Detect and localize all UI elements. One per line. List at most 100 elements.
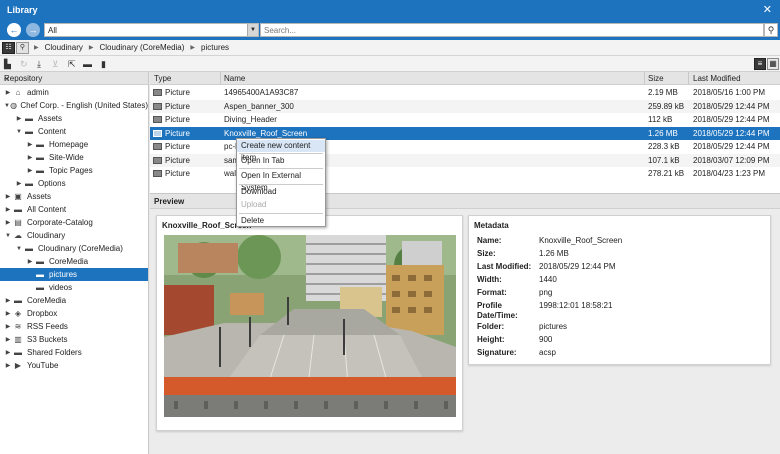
forward-icon[interactable]: →: [26, 23, 40, 37]
bulk-edit-icon[interactable]: ▬: [83, 59, 92, 69]
rss-icon: ≋: [14, 322, 22, 331]
tree-view-icon[interactable]: ☷: [2, 42, 15, 54]
search-icon[interactable]: ⚲: [764, 23, 778, 37]
metadata-label: Height:: [477, 335, 505, 344]
chevron-right-icon[interactable]: ▶: [4, 362, 12, 369]
search-scope-value: All: [48, 26, 57, 35]
back-icon[interactable]: ←: [7, 23, 21, 37]
search-mode-icon[interactable]: ⚲: [16, 42, 29, 54]
chevron-right-icon[interactable]: ▶: [15, 180, 23, 187]
tree-item[interactable]: ▶ ▬ CoreMedia: [0, 255, 148, 268]
tree-item-label: Cloudinary (CoreMedia): [38, 244, 123, 253]
tree-item[interactable]: ▶ ◈ Dropbox: [0, 307, 148, 320]
menu-item-open-in-tab[interactable]: Open In Tab: [237, 155, 325, 167]
chevron-right-icon[interactable]: ▶: [26, 141, 34, 148]
chevron-right-icon[interactable]: ▶: [4, 336, 12, 343]
list-view-icon[interactable]: ≡: [754, 58, 766, 70]
menu-item-open-in-external-system[interactable]: Open In External System: [237, 170, 325, 192]
column-header-name[interactable]: Name: [224, 74, 245, 83]
refresh-icon[interactable]: ↻: [20, 59, 28, 69]
menu-item-create-new-content-item[interactable]: Create new content item: [237, 140, 325, 162]
open-external-icon[interactable]: ⇱: [68, 59, 76, 69]
close-icon[interactable]: ✕: [763, 3, 772, 16]
tree-item-label: Shared Folders: [27, 348, 82, 357]
cell-name: Aspen_banner_300: [224, 101, 294, 111]
picture-icon: [153, 170, 162, 177]
tree-item-label: CoreMedia: [27, 296, 67, 305]
table-row[interactable]: Picture 14965400A1A93C87 2.19 MB 2018/05/16…: [150, 86, 780, 99]
table-row[interactable]: Picture Aspen_banner_300 259.89 kB 2018/05/…: [150, 99, 780, 113]
metadata-card: Metadata Name: Knoxville_Roof_Screen Size:…: [468, 215, 771, 365]
column-header-size[interactable]: Size: [648, 74, 664, 83]
chevron-right-icon[interactable]: ▶: [15, 115, 23, 122]
column-header-last-modified[interactable]: Last Modified: [693, 74, 741, 83]
tree-item[interactable]: ▶ ▬ Assets: [0, 112, 148, 125]
tree-item[interactable]: ▶ ▬ All Content: [0, 203, 148, 216]
chevron-down-icon[interactable]: ▼: [4, 233, 12, 239]
chevron-right-icon[interactable]: ▶: [26, 154, 34, 161]
breadcrumb-item[interactable]: Cloudinary (CoreMedia): [100, 43, 185, 52]
cell-size: 1.26 MB: [648, 128, 678, 138]
download-icon[interactable]: ⤓: [37, 59, 41, 69]
tree-item[interactable]: ▶ ▶ YouTube: [0, 359, 148, 372]
collapse-panel-icon[interactable]: «: [4, 74, 144, 83]
tree-item[interactable]: ▶ ≋ RSS Feeds: [0, 320, 148, 333]
cell-size: 259.89 kB: [648, 101, 685, 111]
metadata-label: Width:: [477, 275, 502, 284]
filter-icon[interactable]: ⊻: [52, 59, 59, 69]
chevron-down-icon[interactable]: ▼: [247, 24, 258, 36]
picture-icon: [153, 129, 162, 137]
tree-item[interactable]: ▼ ▬ Content: [0, 125, 148, 138]
menu-item-upload: Upload: [241, 200, 267, 209]
tree-item[interactable]: ▬ pictures: [0, 268, 148, 281]
table-row[interactable]: Picture Diving_Header 112 kB 2018/05/29 12:…: [150, 113, 780, 126]
tree-item-label: RSS Feeds: [27, 322, 68, 331]
chevron-right-icon[interactable]: ▶: [26, 167, 34, 174]
metadata-label: Format:: [477, 288, 507, 297]
tree-item[interactable]: ▶ ▣ Assets: [0, 190, 148, 203]
tree-item[interactable]: ▶ ▤ Corporate-Catalog: [0, 216, 148, 229]
chevron-right-icon[interactable]: ▶: [4, 323, 12, 330]
chevron-right-icon[interactable]: ▶: [4, 219, 12, 226]
chevron-right-icon[interactable]: ▶: [4, 297, 12, 304]
tree-item[interactable]: ▬ videos: [0, 281, 148, 294]
menu-item-delete[interactable]: Delete: [237, 215, 325, 227]
tree-item[interactable]: ▶ ▬ Options: [0, 177, 148, 190]
tree-item[interactable]: ▼ ◍ Chef Corp. - English (United States): [0, 99, 148, 112]
tree-item[interactable]: ▶ ▬ CoreMedia: [0, 294, 148, 307]
metadata-value: 1440: [539, 275, 557, 284]
chevron-right-icon[interactable]: ▶: [4, 310, 12, 317]
delete-icon[interactable]: ▮: [101, 59, 106, 69]
chevron-right-icon[interactable]: ▶: [4, 193, 12, 200]
tree-item[interactable]: ▶ ▬ Homepage: [0, 138, 148, 151]
column-divider: [688, 72, 689, 85]
tree-item[interactable]: ▶ ⌂ admin: [0, 86, 148, 99]
tree-item[interactable]: ▼ ☁ Cloudinary: [0, 229, 148, 242]
metadata-title: Metadata: [474, 221, 509, 230]
tree-item[interactable]: ▶ ▬ Site-Wide: [0, 151, 148, 164]
new-content-icon[interactable]: ▙: [4, 59, 11, 69]
thumbnail-view-icon[interactable]: ▦: [767, 58, 779, 70]
menu-item-download[interactable]: Download: [237, 186, 325, 198]
tree-item[interactable]: ▶ ▥ S3 Buckets: [0, 333, 148, 346]
chevron-right-icon[interactable]: ▶: [4, 89, 12, 96]
breadcrumb-item-current[interactable]: pictures: [201, 43, 229, 52]
tree-item[interactable]: ▶ ▬ Topic Pages: [0, 164, 148, 177]
column-header-type[interactable]: Type: [154, 74, 171, 83]
cell-modified: 2018/05/29 12:44 PM: [693, 142, 770, 151]
chevron-right-icon[interactable]: ▶: [4, 206, 12, 213]
cell-modified: 2018/05/29 12:44 PM: [693, 128, 770, 138]
picture-icon: [153, 102, 162, 110]
search-input[interactable]: [260, 23, 764, 37]
tree-item-label: Topic Pages: [49, 166, 93, 175]
breadcrumb-item[interactable]: Cloudinary: [45, 43, 83, 52]
chevron-down-icon[interactable]: ▼: [15, 129, 23, 135]
folder-icon: ▬: [14, 205, 22, 214]
chevron-right-icon[interactable]: ▶: [26, 258, 34, 265]
tree-item[interactable]: ▶ ▬ Shared Folders: [0, 346, 148, 359]
tree-item[interactable]: ▼ ▬ Cloudinary (CoreMedia): [0, 242, 148, 255]
chevron-right-icon[interactable]: ▶: [4, 349, 12, 356]
chevron-down-icon[interactable]: ▼: [15, 246, 23, 252]
search-scope-select[interactable]: All ▼: [44, 23, 259, 37]
image-preview: [164, 235, 456, 417]
